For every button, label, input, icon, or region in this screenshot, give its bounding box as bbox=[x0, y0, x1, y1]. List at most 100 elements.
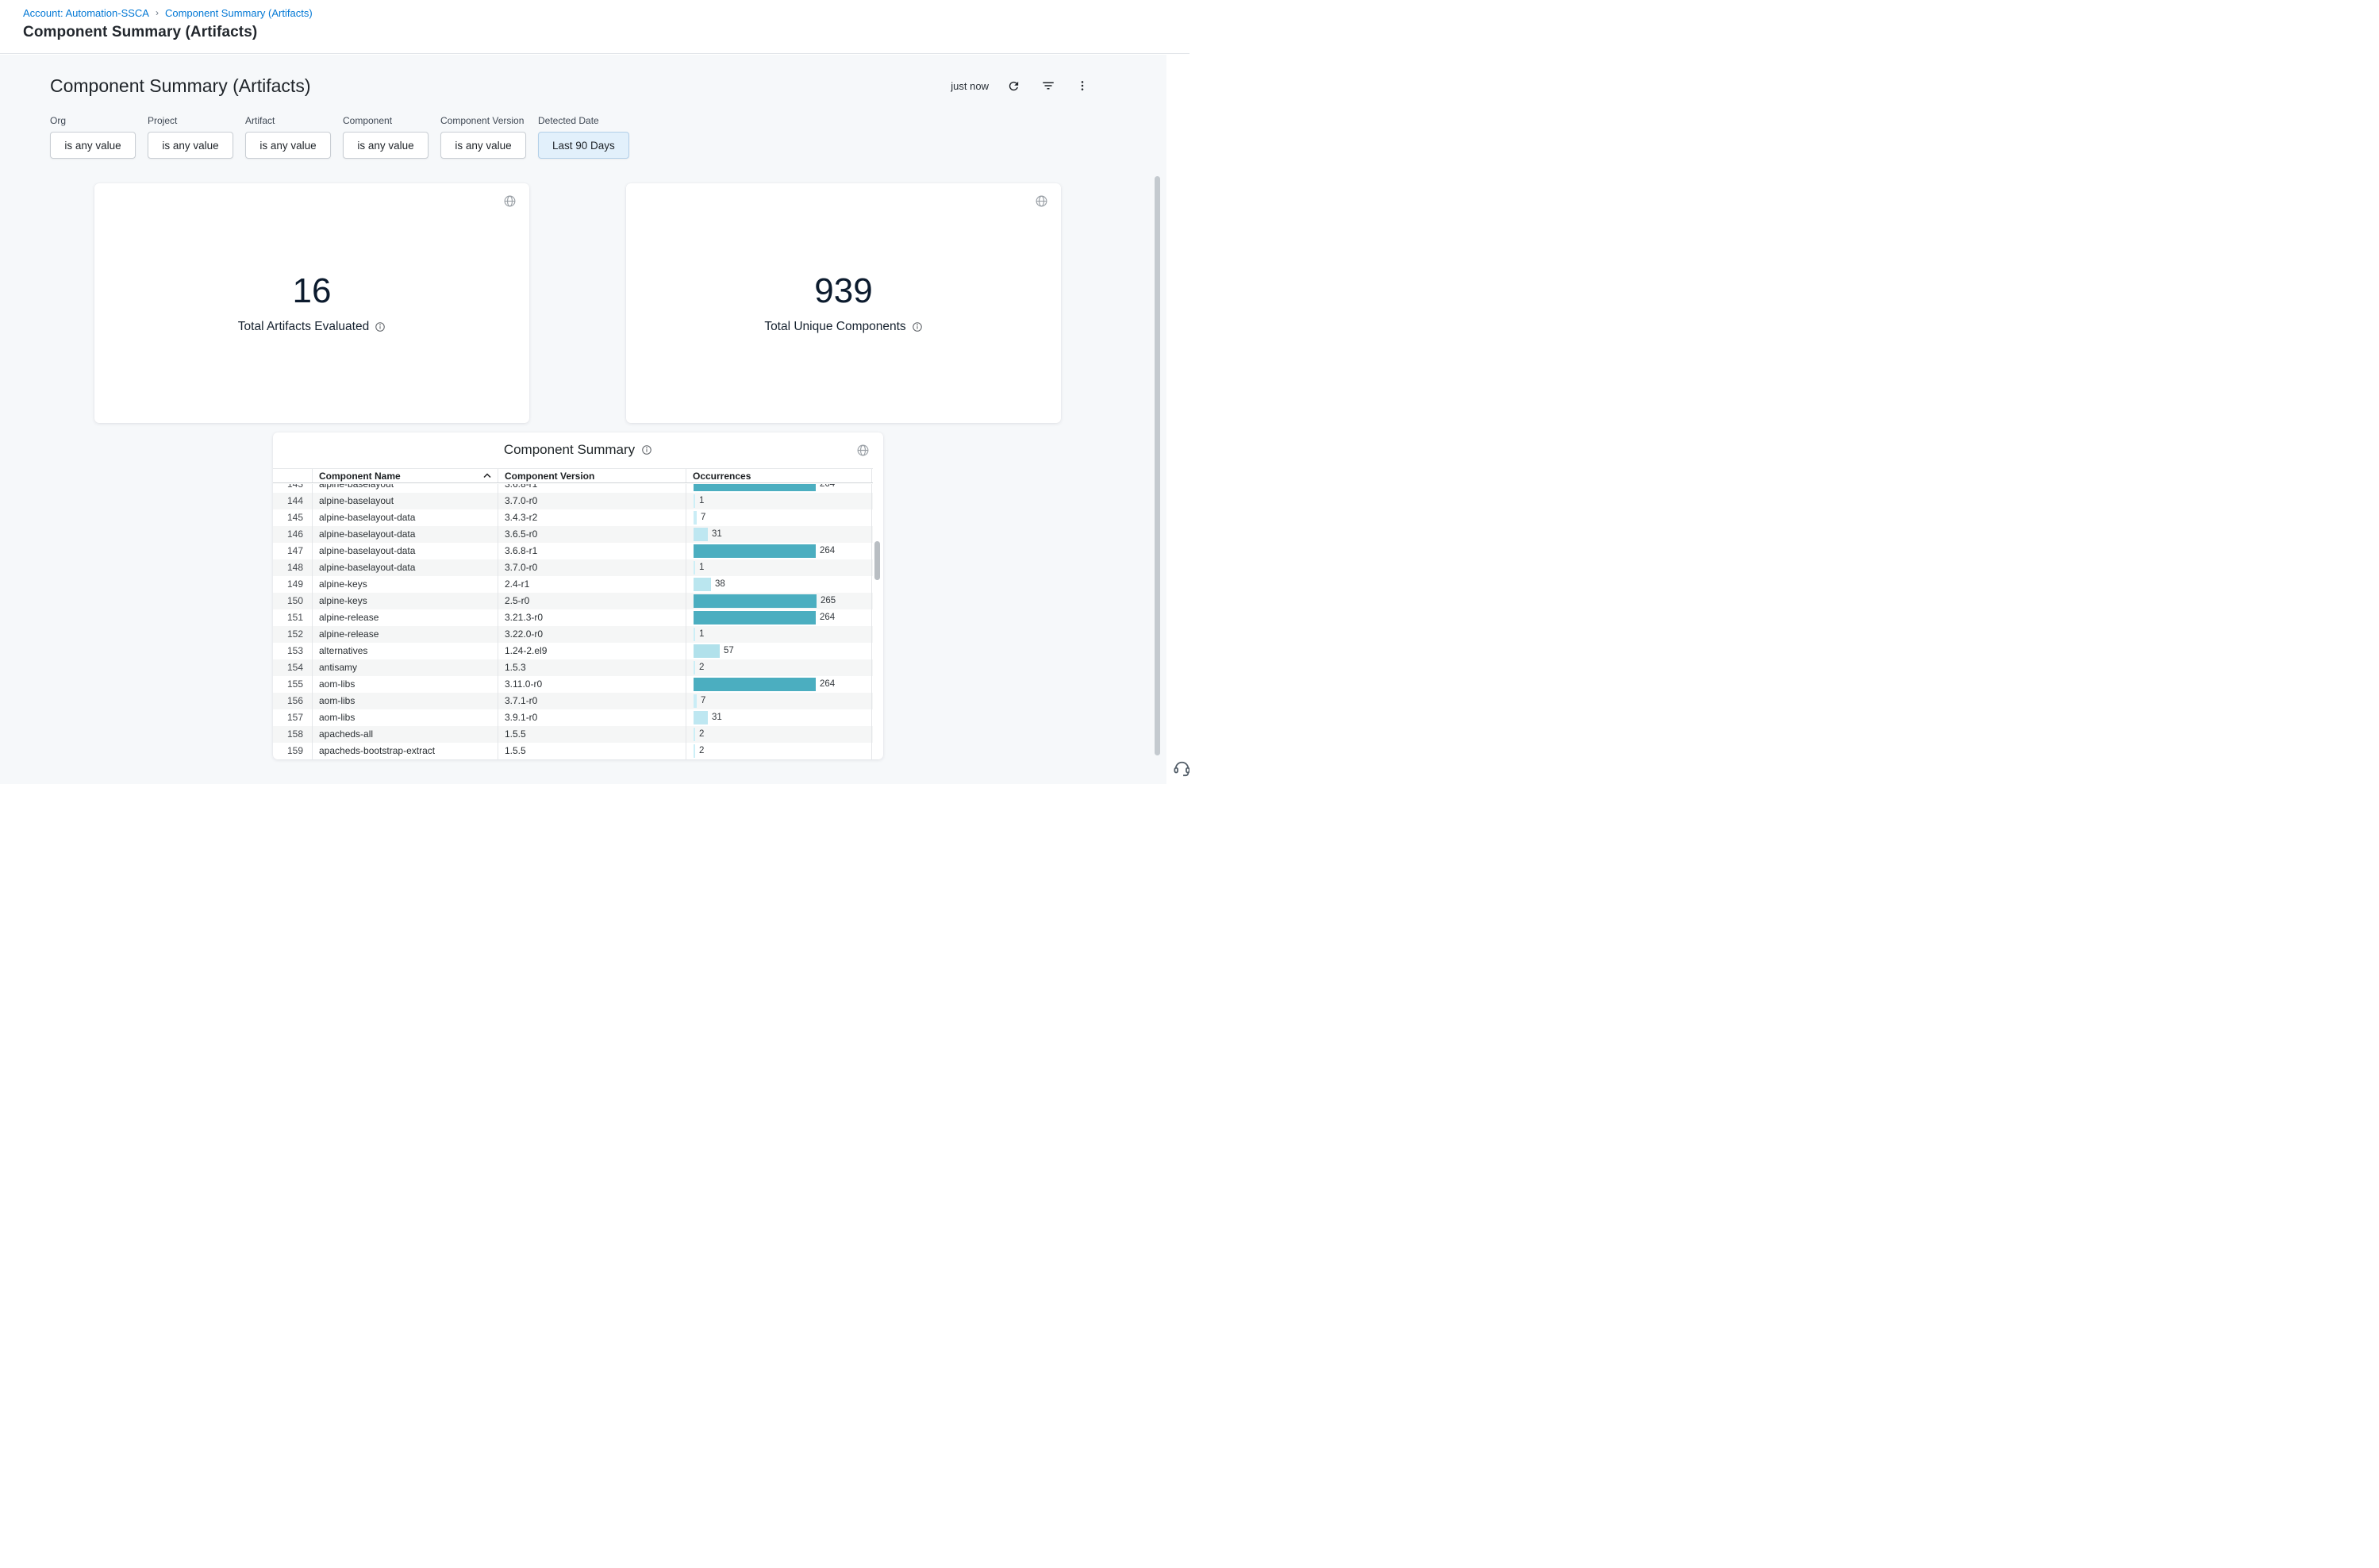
component-version-cell: 3.4.3-r2 bbox=[498, 509, 686, 526]
occurrence-bar bbox=[694, 561, 695, 575]
table-row[interactable]: 152alpine-release3.22.0-r01 bbox=[273, 626, 873, 643]
tile-globe-button[interactable] bbox=[501, 192, 519, 210]
table-row[interactable]: 155aom-libs3.11.0-r0264 bbox=[273, 676, 873, 693]
component-name-cell: apacheds-all bbox=[312, 726, 498, 743]
dashboard-menu-button[interactable] bbox=[1074, 77, 1091, 94]
component-name-cell: alpine-keys bbox=[312, 593, 498, 609]
component-name-cell: alpine-baselayout bbox=[312, 493, 498, 509]
info-icon[interactable] bbox=[375, 321, 386, 332]
occurrence-value: 1 bbox=[699, 493, 704, 509]
headset-help-icon[interactable] bbox=[1172, 758, 1190, 782]
component-version-cell: 3.21.3-r0 bbox=[498, 609, 686, 626]
table-row[interactable]: 148alpine-baselayout-data3.7.0-r01 bbox=[273, 559, 873, 576]
occurrence-bar bbox=[694, 728, 695, 741]
table-row[interactable]: 144alpine-baselayout3.7.0-r01 bbox=[273, 493, 873, 509]
table-row[interactable]: 153alternatives1.24-2.el957 bbox=[273, 643, 873, 659]
dashboard-header: Component Summary (Artifacts) just now bbox=[50, 74, 1091, 98]
row-index: 147 bbox=[273, 543, 312, 559]
column-header-component-name[interactable]: Component Name bbox=[312, 469, 498, 482]
component-name-cell: alternatives bbox=[312, 643, 498, 659]
column-header-component-version[interactable]: Component Version bbox=[498, 469, 686, 482]
table-row[interactable]: 150alpine-keys2.5-r0265 bbox=[273, 593, 873, 609]
occurrences-cell: 7 bbox=[686, 693, 872, 709]
tile-value: 939 bbox=[814, 272, 872, 310]
tile-globe-button[interactable] bbox=[1032, 192, 1051, 210]
filter-toggle-button[interactable] bbox=[1039, 76, 1058, 95]
table-scrollbar-thumb[interactable] bbox=[874, 541, 880, 580]
table-row[interactable]: 158apacheds-all1.5.52 bbox=[273, 726, 873, 743]
globe-icon bbox=[1035, 194, 1048, 208]
component-version-cell: 3.7.0-r0 bbox=[498, 559, 686, 576]
filter-value-button-component-version[interactable]: is any value bbox=[440, 132, 526, 159]
occurrence-value: 7 bbox=[701, 509, 705, 526]
filter-label: Component bbox=[343, 115, 429, 126]
filter-group-project: Project is any value bbox=[148, 115, 233, 159]
table-body: 143alpine-baselayout3.6.8-r1264144alpine… bbox=[273, 484, 873, 759]
row-index: 155 bbox=[273, 676, 312, 693]
table-title: Component Summary bbox=[504, 442, 635, 458]
occurrence-value: 2 bbox=[699, 659, 704, 676]
filter-value-button-component[interactable]: is any value bbox=[343, 132, 429, 159]
filter-label: Component Version bbox=[440, 115, 526, 126]
occurrence-bar bbox=[694, 694, 697, 708]
table-row[interactable]: 154antisamy1.5.32 bbox=[273, 659, 873, 676]
component-version-cell: 2.4-r1 bbox=[498, 576, 686, 593]
filter-value-button-org[interactable]: is any value bbox=[50, 132, 136, 159]
occurrence-value: 38 bbox=[715, 576, 725, 593]
occurrences-cell: 1 bbox=[686, 559, 872, 576]
occurrences-cell: 1 bbox=[686, 493, 872, 509]
filter-value-button-artifact[interactable]: is any value bbox=[245, 132, 331, 159]
row-index: 158 bbox=[273, 726, 312, 743]
table-row[interactable]: 149alpine-keys2.4-r138 bbox=[273, 576, 873, 593]
table-row[interactable]: 147alpine-baselayout-data3.6.8-r1264 bbox=[273, 543, 873, 559]
row-index: 156 bbox=[273, 693, 312, 709]
table-row[interactable]: 159apacheds-bootstrap-extract1.5.52 bbox=[273, 743, 873, 759]
occurrence-bar bbox=[694, 628, 695, 641]
breadcrumb-account-link[interactable]: Account: Automation-SSCA bbox=[23, 7, 149, 19]
info-icon[interactable] bbox=[641, 444, 652, 455]
kebab-menu-icon bbox=[1076, 79, 1089, 92]
filter-value-button-project[interactable]: is any value bbox=[148, 132, 233, 159]
page-scrollbar-thumb[interactable] bbox=[1155, 176, 1160, 755]
occurrence-value: 1 bbox=[699, 626, 704, 643]
occurrence-bar bbox=[694, 511, 697, 525]
occurrence-bar bbox=[694, 544, 816, 558]
occurrences-cell: 7 bbox=[686, 509, 872, 526]
chevron-up-icon bbox=[483, 473, 491, 478]
table-row[interactable]: 157aom-libs3.9.1-r031 bbox=[273, 709, 873, 726]
row-index: 151 bbox=[273, 609, 312, 626]
row-index: 157 bbox=[273, 709, 312, 726]
component-version-cell: 3.6.8-r1 bbox=[498, 484, 686, 493]
filter-label: Project bbox=[148, 115, 233, 126]
row-index: 150 bbox=[273, 593, 312, 609]
component-version-cell: 1.24-2.el9 bbox=[498, 643, 686, 659]
filter-value-button-detected-date[interactable]: Last 90 Days bbox=[538, 132, 629, 159]
info-icon[interactable] bbox=[912, 321, 923, 332]
breadcrumb-page-link[interactable]: Component Summary (Artifacts) bbox=[165, 7, 313, 19]
dashboard-title: Component Summary (Artifacts) bbox=[50, 75, 310, 97]
last-refreshed-label: just now bbox=[951, 80, 989, 92]
refresh-button[interactable] bbox=[1005, 77, 1023, 95]
row-index: 148 bbox=[273, 559, 312, 576]
component-version-cell: 2.5-r0 bbox=[498, 593, 686, 609]
table-row[interactable]: 145alpine-baselayout-data3.4.3-r27 bbox=[273, 509, 873, 526]
tile-value: 16 bbox=[293, 272, 332, 310]
table-row[interactable]: 151alpine-release3.21.3-r0264 bbox=[273, 609, 873, 626]
occurrences-cell: 2 bbox=[686, 726, 872, 743]
occurrence-value: 264 bbox=[820, 609, 835, 626]
table-row[interactable]: 156aom-libs3.7.1-r07 bbox=[273, 693, 873, 709]
filter-group-org: Orgis any value bbox=[50, 115, 136, 159]
table-row[interactable]: 143alpine-baselayout3.6.8-r1264 bbox=[273, 484, 873, 493]
component-name-cell: alpine-baselayout-data bbox=[312, 543, 498, 559]
column-header-occurrences[interactable]: Occurrences bbox=[686, 469, 872, 482]
tile-label-row: Total Artifacts Evaluated bbox=[238, 320, 386, 334]
component-name-cell: alpine-baselayout-data bbox=[312, 559, 498, 576]
occurrence-bar bbox=[694, 644, 720, 658]
table-row[interactable]: 146alpine-baselayout-data3.6.5-r031 bbox=[273, 526, 873, 543]
page-title: Component Summary (Artifacts) bbox=[23, 24, 1190, 41]
component-name-cell: alpine-baselayout-data bbox=[312, 509, 498, 526]
page: Account: Automation-SSCA › Component Sum… bbox=[0, 0, 1190, 784]
component-name-cell: antisamy bbox=[312, 659, 498, 676]
component-name-cell: alpine-keys bbox=[312, 576, 498, 593]
row-index: 153 bbox=[273, 643, 312, 659]
